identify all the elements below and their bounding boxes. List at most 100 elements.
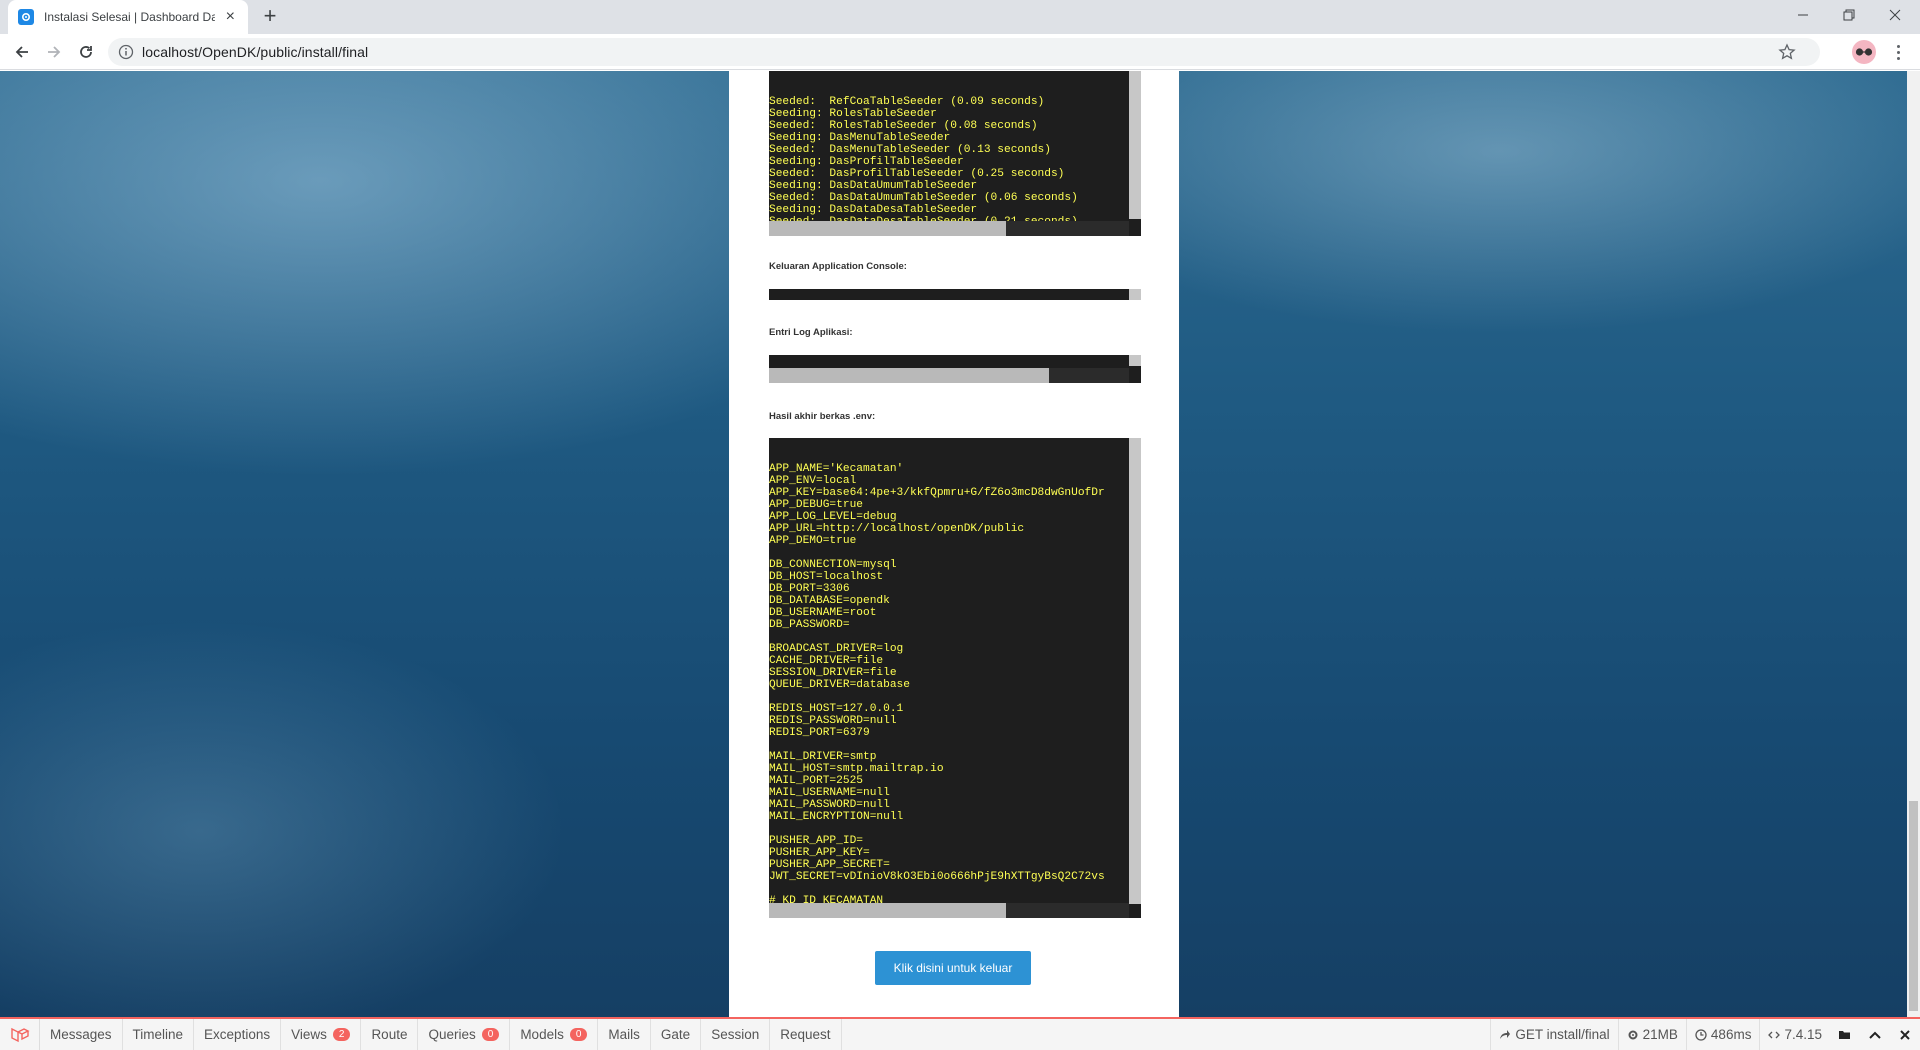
glasses-icon: [1855, 48, 1873, 56]
minimize-button[interactable]: [1780, 0, 1826, 30]
time-indicator: 486ms: [1685, 1019, 1760, 1050]
env-output-line: PUSHER_APP_SECRET=: [769, 859, 890, 871]
debugbar-tab-route[interactable]: Route: [361, 1019, 419, 1050]
debugbar-tab-label: Timeline: [132, 1027, 184, 1042]
bookmark-star-icon[interactable]: [1778, 43, 1796, 61]
debugbar-tab-label: Session: [711, 1027, 760, 1042]
close-icon: [1900, 1029, 1910, 1040]
env-output-line: [769, 547, 1141, 559]
exit-button[interactable]: Klik disini untuk keluar: [875, 951, 1031, 985]
env-output-line: [769, 823, 1141, 835]
env-output-line: PUSHER_APP_ID=: [769, 835, 863, 847]
seed-output-line: Seeded: DasMenuTableSeeder (0.13 seconds…: [769, 144, 1051, 156]
debugbar-tab-label: Queries: [428, 1027, 476, 1042]
debugbar-tab-views[interactable]: Views 2: [281, 1019, 362, 1050]
address-bar[interactable]: localhost/OpenDK/public/install/final: [108, 38, 1820, 66]
debugbar-tabs: Messages Timeline Exceptions Views 2 Route Que…: [40, 1019, 842, 1050]
debugbar-tab-messages[interactable]: Messages: [40, 1019, 123, 1050]
console-label: Keluaran Application Console:: [769, 261, 907, 272]
env-output-line: MAIL_DRIVER=smtp: [769, 751, 877, 763]
debugbar-tab-queries[interactable]: Queries 0: [418, 1019, 511, 1050]
site-info-icon[interactable]: [118, 44, 134, 60]
install-final-card: Seeded: RefCoaTableSeeder (0.09 seconds)…: [729, 71, 1179, 1017]
applog-output-hscroll-thumb[interactable]: [769, 368, 1049, 383]
seed-output-lines: Seeded: RefCoaTableSeeder (0.09 seconds)…: [769, 95, 1141, 236]
debugbar-tab-gate[interactable]: Gate: [651, 1019, 702, 1050]
seed-output-line: Seeded: RolesTableSeeder (0.08 seconds): [769, 120, 1038, 132]
env-output-line: MAIL_HOST=smtp.mailtrap.io: [769, 763, 944, 775]
debugbar-tab-label: Models: [520, 1027, 564, 1042]
env-output-line: REDIS_PASSWORD=null: [769, 715, 897, 727]
env-output-line: APP_KEY=base64:4pe+3/kkfQpmru+G/fZ6o3mcD…: [769, 487, 1105, 499]
seed-output-line: Seeding: DasProfilTableSeeder: [769, 156, 964, 168]
seed-output-line: Seeded: DasProfilTableSeeder (0.25 secon…: [769, 168, 1065, 180]
applog-label: Entri Log Aplikasi:: [769, 327, 853, 338]
browser-toolbar: localhost/OpenDK/public/install/final: [0, 34, 1920, 70]
debugbar-tab-label: Mails: [608, 1027, 640, 1042]
debugbar-logo-icon[interactable]: [0, 1019, 40, 1050]
page-vertical-scrollbar[interactable]: [1907, 71, 1920, 1017]
env-label: Hasil akhir berkas .env:: [769, 411, 876, 422]
laravel-debugbar: Messages Timeline Exceptions Views 2 Route Que…: [0, 1017, 1920, 1050]
env-output-line: DB_PORT=3306: [769, 583, 850, 595]
env-output-hscroll-thumb[interactable]: [769, 903, 1006, 918]
debugbar-tab-label: Route: [371, 1027, 408, 1042]
forward-button[interactable]: [42, 40, 66, 64]
env-output-line: REDIS_HOST=127.0.0.1: [769, 703, 904, 715]
debugbar-open-button[interactable]: [1830, 1019, 1860, 1050]
seed-output-vscroll[interactable]: [1129, 71, 1141, 219]
debugbar-tab-timeline[interactable]: Timeline: [123, 1019, 195, 1050]
env-output-line: DB_HOST=localhost: [769, 571, 884, 583]
seed-output-hscroll-thumb[interactable]: [769, 221, 1006, 236]
close-window-button[interactable]: [1872, 0, 1918, 30]
profile-avatar[interactable]: [1852, 40, 1876, 64]
seed-output-line: Seeding: RolesTableSeeder: [769, 108, 937, 120]
applog-output-vscroll[interactable]: [1129, 355, 1141, 366]
debugbar-tab-mails[interactable]: Mails: [598, 1019, 651, 1050]
console-output-vscroll[interactable]: [1129, 289, 1141, 300]
env-output-line: DB_DATABASE=opendk: [769, 595, 890, 607]
page-scrollbar-thumb[interactable]: [1909, 801, 1918, 1011]
route-indicator: GET install/final: [1490, 1019, 1617, 1050]
env-output-vscroll[interactable]: [1129, 438, 1141, 904]
applog-output-terminal[interactable]: Dashboard Kecamatan berhasil DIPASANG pa…: [769, 355, 1141, 383]
env-output-line: [769, 691, 1141, 703]
env-output-line: DB_PASSWORD=: [769, 619, 850, 631]
env-output-line: CACHE_DRIVER=file: [769, 655, 884, 667]
debugbar-tab-label: Request: [780, 1027, 831, 1042]
seed-output-line: Seeding: DasDataDesaTableSeeder: [769, 204, 978, 216]
folder-open-icon: [1839, 1030, 1850, 1039]
env-output-line: JWT_SECRET=vDInioV8kO3Ebi0o666hPjE9hXTTg…: [769, 871, 1105, 883]
env-output-line: SESSION_DRIVER=file: [769, 667, 897, 679]
env-output-line: BROADCAST_DRIVER=log: [769, 643, 904, 655]
browser-menu-icon[interactable]: [1888, 40, 1908, 64]
debugbar-tab-models[interactable]: Models 0: [510, 1019, 599, 1050]
debugbar-close-button[interactable]: [1890, 1019, 1920, 1050]
env-output-lines: APP_NAME='Kecamatan' APP_ENV=local APP_KEY…: [769, 462, 1141, 918]
site-favicon-icon: [18, 9, 34, 25]
env-output-line: APP_DEBUG=true: [769, 499, 863, 511]
share-icon: [1500, 1029, 1511, 1039]
env-output-terminal[interactable]: APP_NAME='Kecamatan' APP_ENV=local APP_KEY…: [769, 438, 1141, 918]
env-output-line: REDIS_PORT=6379: [769, 727, 870, 739]
debugbar-restore-button[interactable]: [1860, 1019, 1890, 1050]
reload-button[interactable]: [74, 40, 98, 64]
restore-button[interactable]: [1826, 0, 1872, 30]
seed-output-line: Seeding: DasDataUmumTableSeeder: [769, 180, 978, 192]
env-output-line: APP_ENV=local: [769, 475, 857, 487]
new-tab-button[interactable]: +: [258, 5, 282, 29]
env-output-line: MAIL_PASSWORD=null: [769, 799, 890, 811]
console-output-terminal[interactable]: Application key set successfully.: [769, 289, 1141, 300]
debugbar-tab-request[interactable]: Request: [770, 1019, 842, 1050]
tab-close-icon[interactable]: ×: [223, 9, 238, 25]
browser-tab[interactable]: Instalasi Selesai | Dashboard Das ×: [8, 0, 248, 34]
env-output-line: QUEUE_DRIVER=database: [769, 679, 910, 691]
seed-output-terminal[interactable]: Seeded: RefCoaTableSeeder (0.09 seconds)…: [769, 71, 1141, 236]
env-output-line: DB_USERNAME=root: [769, 607, 877, 619]
debugbar-tab-exceptions[interactable]: Exceptions: [194, 1019, 282, 1050]
env-output-line: [769, 883, 1141, 895]
back-button[interactable]: [10, 40, 34, 64]
env-output-line: APP_NAME='Kecamatan': [769, 463, 904, 475]
url-text: localhost/OpenDK/public/install/final: [142, 44, 369, 60]
debugbar-tab-session[interactable]: Session: [701, 1019, 771, 1050]
